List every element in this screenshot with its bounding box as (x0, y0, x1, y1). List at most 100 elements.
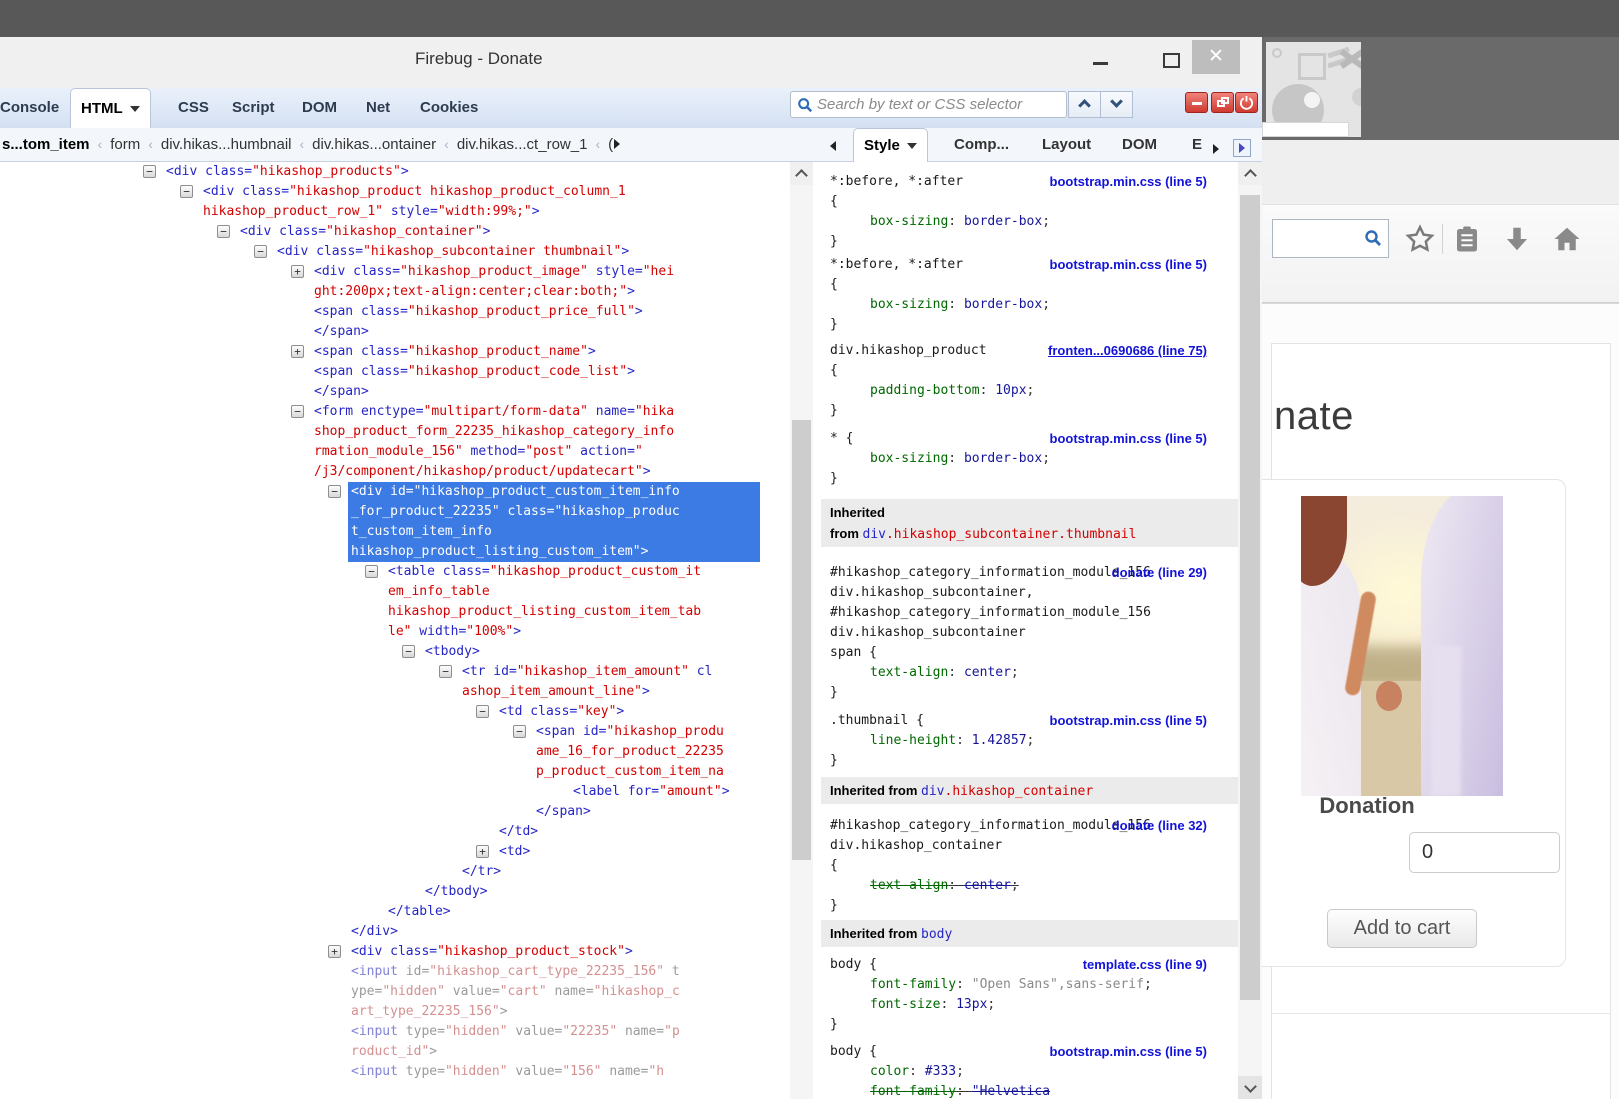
collapse-icon[interactable]: − (217, 225, 230, 238)
tab-net[interactable]: Net (356, 88, 400, 128)
html-tree-row[interactable]: <input type="hidden" value="22235" name=… (0, 1022, 790, 1042)
firebug-search-box[interactable] (790, 91, 1067, 118)
html-tree-row[interactable]: </tr> (0, 862, 790, 882)
scroll-up-arrow[interactable] (1238, 162, 1262, 185)
html-tree-row[interactable]: <input id="hikashop_cart_type_22235_156"… (0, 962, 790, 982)
html-tree-row[interactable]: em_info_table (0, 582, 790, 602)
breadcrumb-item[interactable]: div.hikas...ontainer (312, 136, 436, 153)
product-image[interactable] (1301, 496, 1503, 796)
search-input[interactable] (817, 93, 1062, 116)
scroll-up-arrow[interactable] (790, 162, 813, 185)
html-tree-row-selected[interactable]: −<div id="hikashop_product_custom_item_i… (0, 482, 790, 502)
firebug-minimize-button[interactable] (1185, 92, 1208, 113)
css-rule[interactable]: *:before, *:afterbootstrap.min.css (line… (830, 255, 1238, 335)
html-tree-row[interactable]: rmation_module_156" method="post" action… (0, 442, 790, 462)
html-tree-row[interactable]: +<td> (0, 842, 790, 862)
html-tree-row[interactable]: −<span id="hikashop_produ (0, 722, 790, 742)
html-tree-row[interactable]: </div> (0, 922, 790, 942)
html-tree-row[interactable]: +<div class="hikashop_product_stock"> (0, 942, 790, 962)
html-tree-row[interactable]: −<td class="key"> (0, 702, 790, 722)
expand-icon[interactable]: + (328, 945, 341, 958)
css-style-pane[interactable]: *:before, *:afterbootstrap.min.css (line… (813, 162, 1238, 1099)
css-property[interactable]: padding-bottom: 10px; (830, 381, 1238, 401)
search-previous-button[interactable] (1068, 91, 1101, 118)
css-source-link[interactable]: bootstrap.min.css (line 5) (1050, 711, 1207, 731)
css-property[interactable]: color: #333; (830, 1062, 1238, 1082)
html-tree-row[interactable]: shop_product_form_22235_hikashop_categor… (0, 422, 790, 442)
side-tab-dom[interactable]: DOM (1112, 128, 1167, 162)
collapse-icon[interactable]: − (402, 645, 415, 658)
html-tree-row[interactable]: ght:200px;text-align:center;clear:both;"… (0, 282, 790, 302)
css-source-link[interactable]: bootstrap.min.css (line 5) (1050, 1042, 1207, 1062)
tab-html[interactable]: HTML (70, 88, 151, 128)
css-source-link[interactable]: bootstrap.min.css (line 5) (1050, 172, 1207, 192)
html-tree-row[interactable]: </table> (0, 902, 790, 922)
html-tree-row[interactable]: ype="hidden" value="cart" name="hikashop… (0, 982, 790, 1002)
css-property[interactable]: box-sizing: border-box; (830, 212, 1238, 232)
css-source-link[interactable]: fronten...0690686 (line 75) (1048, 341, 1207, 361)
collapse-icon[interactable]: − (143, 165, 156, 178)
css-property[interactable]: box-sizing: border-box; (830, 449, 1238, 469)
tabs-scroll-left-icon[interactable] (830, 141, 836, 151)
html-tree-row[interactable]: <span class="hikashop_product_price_full… (0, 302, 790, 322)
css-property[interactable]: font-size: 13px; (830, 995, 1238, 1015)
html-tree-row[interactable]: +<span class="hikashop_product_name"> (0, 342, 790, 362)
html-tree-row[interactable]: le" width="100%"> (0, 622, 790, 642)
css-rule[interactable]: * {bootstrap.min.css (line 5)box-sizing:… (830, 429, 1238, 489)
css-property[interactable]: text-align: center; (830, 663, 1238, 683)
html-tree-row[interactable]: −<div class="hikashop_container"> (0, 222, 790, 242)
css-pane-scrollbar[interactable] (1238, 162, 1262, 1099)
css-source-link[interactable]: template.css (line 9) (1083, 955, 1207, 975)
donation-amount-input[interactable] (1409, 832, 1560, 873)
css-rule[interactable]: div.hikashop_productfronten...0690686 (l… (830, 341, 1238, 421)
tab-dom[interactable]: DOM (292, 88, 347, 128)
html-tree-row[interactable]: +<div class="hikashop_product_image" sty… (0, 262, 790, 282)
css-source-link[interactable]: donate (line 29) (1112, 563, 1207, 583)
css-rule[interactable]: *:before, *:afterbootstrap.min.css (line… (830, 172, 1238, 252)
html-pane-scrollbar[interactable] (790, 162, 813, 1099)
search-next-button[interactable] (1100, 91, 1133, 118)
collapse-icon[interactable]: − (328, 485, 341, 498)
html-tree-row[interactable]: −<tr id="hikashop_item_amount" cl (0, 662, 790, 682)
breadcrumb-item[interactable]: div.hikas...humbnail (161, 136, 292, 153)
tab-script[interactable]: Script (222, 88, 285, 128)
window-maximize-button[interactable] (1163, 53, 1180, 68)
css-source-link[interactable]: bootstrap.min.css (line 5) (1050, 255, 1207, 275)
collapse-icon[interactable]: − (439, 665, 452, 678)
home-icon[interactable] (1552, 224, 1582, 254)
css-property[interactable]: font-family: "Helvetica (830, 1082, 1238, 1099)
html-tree-row[interactable]: hikashop_product_row_1" style="width:99%… (0, 202, 790, 222)
window-close-button[interactable]: ✕ (1192, 40, 1240, 74)
html-tree-row[interactable]: −<div class="hikashop_subcontainer thumb… (0, 242, 790, 262)
css-property[interactable]: font-family: "Open Sans",sans-serif; (830, 975, 1238, 995)
css-property[interactable]: box-sizing: border-box; (830, 295, 1238, 315)
collapse-icon[interactable]: − (476, 705, 489, 718)
side-tab-e[interactable]: E (1182, 128, 1212, 162)
html-tree-row[interactable]: p_product_custom_item_na (0, 762, 790, 782)
html-tree-row[interactable]: </tbody> (0, 882, 790, 902)
html-tree-row[interactable]: art_type_22235_156"> (0, 1002, 790, 1022)
side-tab-style[interactable]: Style (853, 128, 928, 162)
side-tab-comp[interactable]: Comp... (944, 128, 1019, 162)
html-tree-row[interactable]: <input type="hidden" value="156" name="h (0, 1062, 790, 1082)
download-icon[interactable] (1502, 224, 1532, 254)
html-tree-row[interactable]: </span> (0, 382, 790, 402)
collapse-icon[interactable]: − (254, 245, 267, 258)
html-tree-row-selected[interactable]: _for_product_22235" class="hikashop_prod… (0, 502, 790, 522)
tab-css[interactable]: CSS (168, 88, 219, 128)
expand-icon[interactable]: + (476, 845, 489, 858)
add-to-cart-button[interactable]: Add to cart (1327, 909, 1477, 948)
firebug-deactivate-button[interactable] (1235, 92, 1258, 113)
css-source-link[interactable]: bootstrap.min.css (line 5) (1050, 429, 1207, 449)
html-tree-row[interactable]: −<div class="hikashop_products"> (0, 162, 790, 182)
html-tree-row[interactable]: </span> (0, 802, 790, 822)
star-icon[interactable] (1405, 224, 1435, 254)
expand-icon[interactable]: + (291, 345, 304, 358)
collapse-icon[interactable]: − (291, 405, 304, 418)
html-tree-row[interactable]: −<form enctype="multipart/form-data" nam… (0, 402, 790, 422)
css-rule[interactable]: body {bootstrap.min.css (line 5)color: #… (830, 1042, 1238, 1099)
css-rule[interactable]: .thumbnail {bootstrap.min.css (line 5)li… (830, 711, 1238, 771)
html-tree-row[interactable]: hikashop_product_listing_custom_item_tab (0, 602, 790, 622)
reading-list-icon[interactable] (1452, 224, 1482, 254)
breadcrumb-item[interactable]: s...tom_item (2, 136, 90, 153)
